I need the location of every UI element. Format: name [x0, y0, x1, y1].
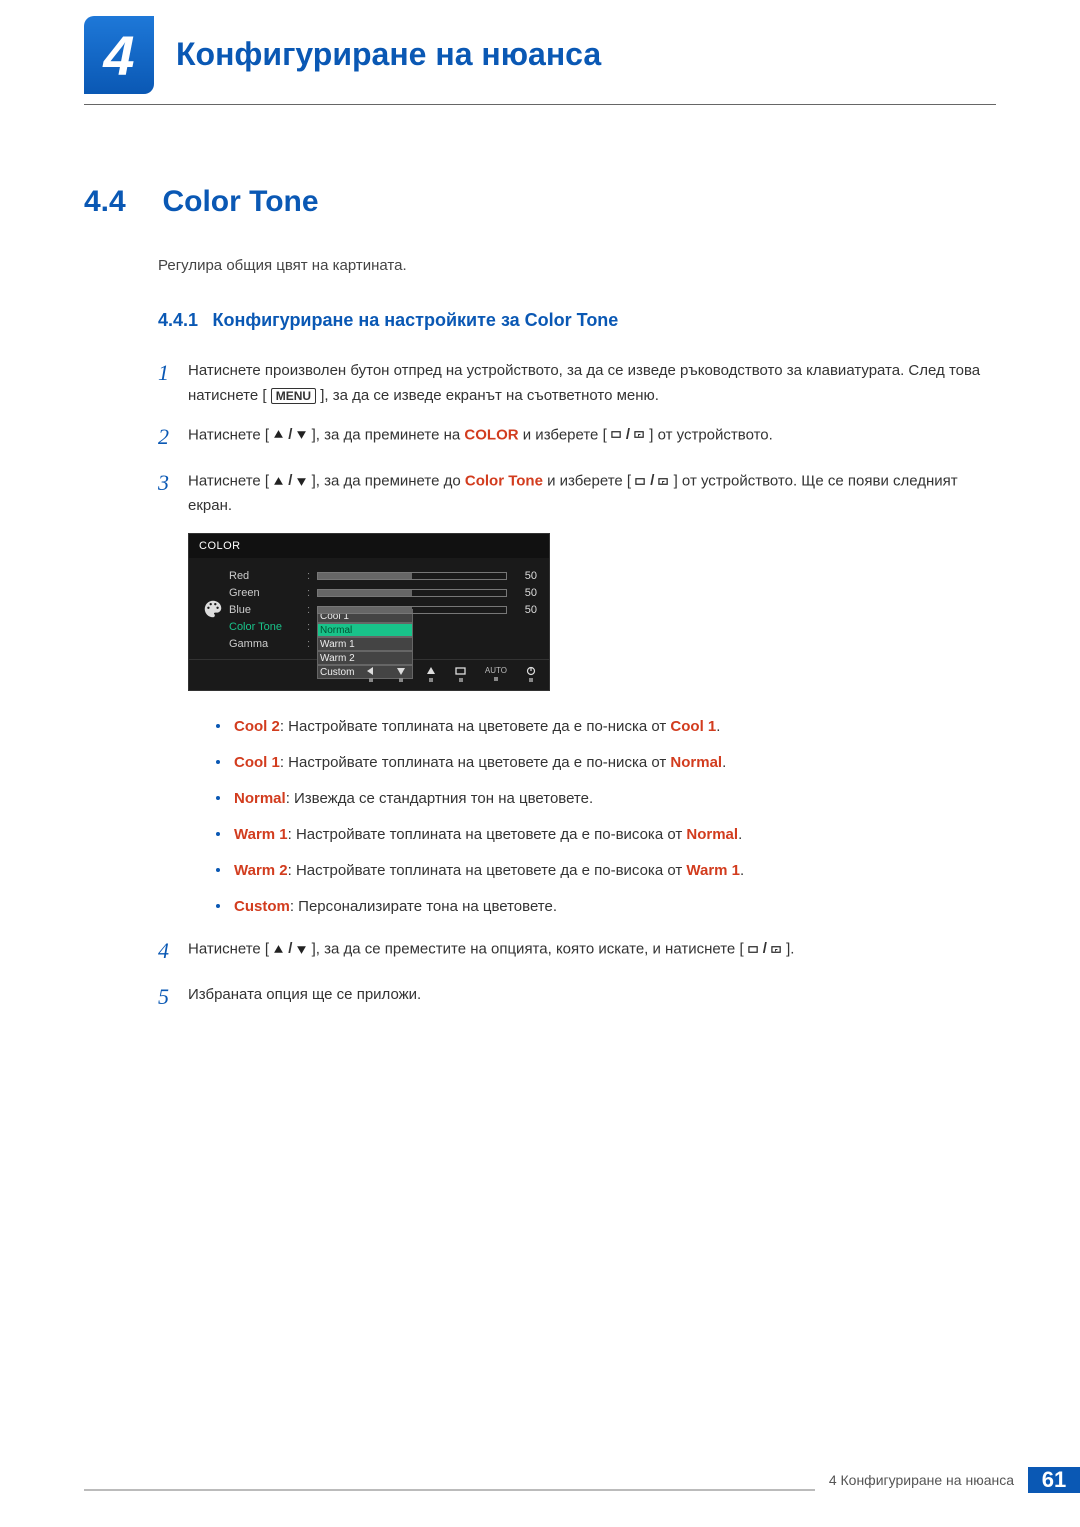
page-footer: 4 Конфигуриране на нюанса 61: [84, 1467, 1080, 1493]
subsection-heading: 4.4.1 Конфигуриране на настройките за Co…: [158, 310, 996, 331]
keyword: Color Tone: [465, 472, 543, 489]
down-icon: [395, 666, 407, 682]
chapter-badge: 4: [84, 16, 154, 94]
chapter-number: 4: [103, 23, 134, 88]
step-1: 1 Натиснете произволен бутон отпред на у…: [158, 359, 996, 409]
osd-row-green: Green : 50: [229, 585, 537, 602]
header-rule: [84, 104, 996, 105]
page-number: 61: [1028, 1467, 1080, 1493]
osd-option: Warm 2: [317, 651, 413, 665]
section-number: 4.4: [84, 185, 158, 219]
step-text: ], за да преминете до: [312, 472, 465, 489]
osd-label: Gamma: [229, 638, 307, 650]
bullet-list: Cool 2: Настройвате топлината на цветове…: [216, 715, 996, 919]
section-title: Color Tone: [162, 185, 318, 218]
step-text: и изберете [: [523, 426, 607, 443]
chapter-title: Конфигуриране на нюанса: [176, 36, 601, 73]
palette-icon: [197, 568, 229, 653]
select-enter-icon: /: [635, 469, 669, 494]
step-2: 2 Натиснете [ / ], за да преминете на CO…: [158, 423, 996, 455]
osd-panel: COLOR Red : 50 Green :: [188, 533, 550, 691]
enter-icon: [455, 666, 467, 682]
osd-option: Warm 1: [317, 637, 413, 651]
menu-key: MENU: [271, 388, 316, 404]
step-text: ].: [786, 940, 794, 957]
osd-title: COLOR: [189, 534, 549, 558]
up-icon: [425, 666, 437, 682]
osd-option-selected: Normal: [317, 623, 413, 637]
keyword: COLOR: [464, 426, 518, 443]
step-3: 3 Натиснете [ / ], за да преминете до Co…: [158, 469, 996, 519]
bullet-item: Cool 1: Настройвате топлината на цветове…: [216, 751, 996, 775]
subsection-number: 4.4.1: [158, 310, 198, 330]
bullet-item: Custom: Персонализирате тона на цветовет…: [216, 895, 996, 919]
step-text: Натиснете [: [188, 940, 269, 957]
osd-value: 50: [515, 570, 537, 582]
bullet-item: Warm 1: Настройвате топлината на цветове…: [216, 823, 996, 847]
power-icon: [525, 666, 537, 682]
footer-text: 4 Конфигуриране на нюанса: [815, 1472, 1028, 1488]
step-text: Избраната опция ще се приложи.: [188, 986, 421, 1003]
osd-value: 50: [515, 587, 537, 599]
osd-label: Green: [229, 587, 307, 599]
step-number: 4: [158, 933, 188, 969]
step-text: ], за да се преместите на опцията, която…: [312, 940, 744, 957]
step-text: и изберете [: [547, 472, 631, 489]
step-text: ], за да преминете на: [312, 426, 465, 443]
auto-label: AUTO: [485, 666, 507, 682]
step-text: Натиснете [: [188, 472, 269, 489]
step-number: 2: [158, 419, 188, 455]
back-icon: [365, 666, 377, 682]
up-down-icon: /: [273, 423, 307, 448]
subsection-title: Конфигуриране на настройките за Color To…: [213, 310, 619, 330]
up-down-icon: /: [273, 937, 307, 962]
step-text: Натиснете [: [188, 426, 269, 443]
bullet-item: Cool 2: Настройвате топлината на цветове…: [216, 715, 996, 739]
step-text: ] от устройството.: [649, 426, 773, 443]
step-text: ], за да се изведе екранът на съответнот…: [320, 387, 659, 404]
bullet-item: Normal: Извежда се стандартния тон на цв…: [216, 787, 996, 811]
osd-row-red: Red : 50: [229, 568, 537, 585]
osd-label: Red: [229, 570, 307, 582]
osd-row-gamma: Gamma : Cool 1 Normal Warm 1 Warm 2 Cust…: [229, 636, 537, 653]
up-down-icon: /: [273, 469, 307, 494]
osd-label: Blue: [229, 604, 307, 616]
section-heading: 4.4 Color Tone: [84, 185, 996, 219]
step-number: 5: [158, 979, 188, 1015]
step-5: 5 Избраната опция ще се приложи.: [158, 983, 996, 1015]
osd-label-selected: Color Tone: [229, 621, 307, 633]
step-number: 1: [158, 355, 188, 409]
bullet-item: Warm 2: Настройвате топлината на цветове…: [216, 859, 996, 883]
select-enter-icon: /: [611, 423, 645, 448]
select-enter-icon: /: [748, 937, 782, 962]
step-number: 3: [158, 465, 188, 519]
footer-rule: [84, 1489, 815, 1493]
step-4: 4 Натиснете [ / ], за да се преместите н…: [158, 937, 996, 969]
section-intro: Регулира общия цвят на картината.: [158, 257, 996, 274]
